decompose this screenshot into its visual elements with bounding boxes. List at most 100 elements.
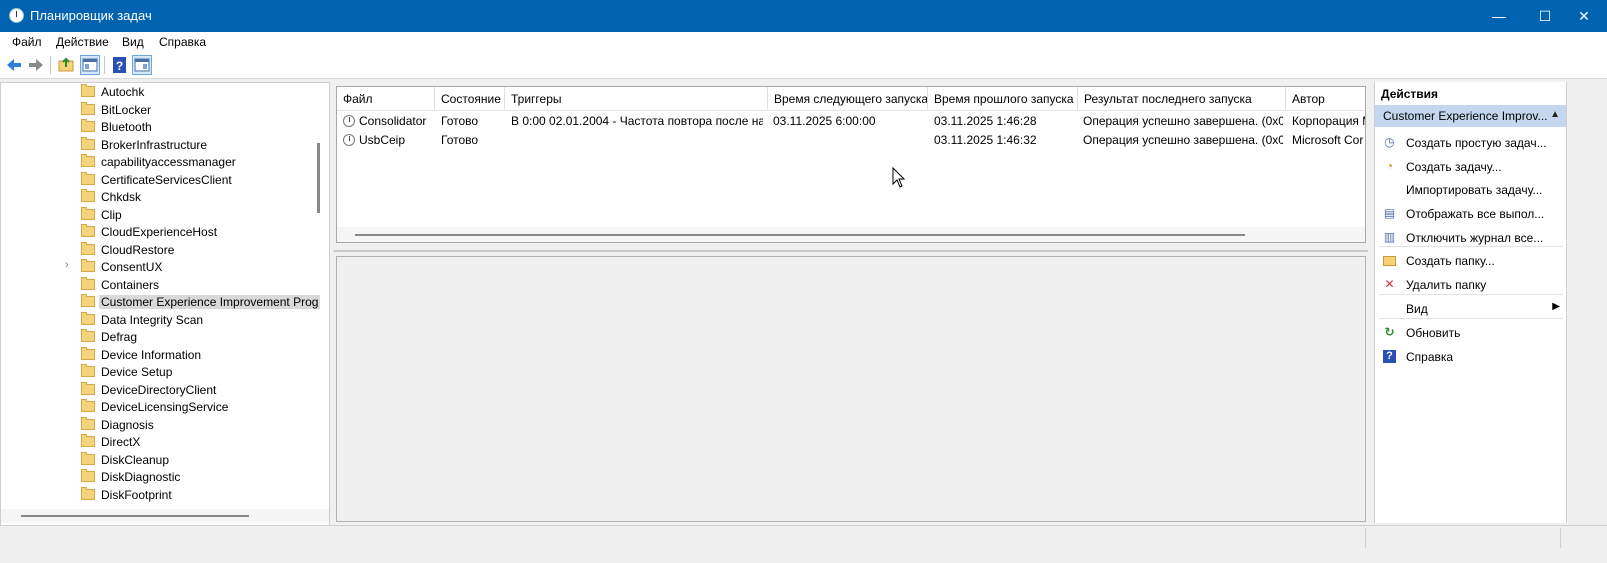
- column-header-file[interactable]: Файл: [337, 87, 435, 111]
- column-header-author[interactable]: Автор: [1286, 87, 1365, 111]
- task-row[interactable]: Consolidator Готово В 0:00 02.01.2004 - …: [337, 112, 1365, 131]
- minimize-button[interactable]: —: [1476, 0, 1522, 32]
- action-label: Создать задачу...: [1406, 160, 1502, 174]
- tree-folder-item[interactable]: DiskDiagnostic: [79, 468, 319, 486]
- window-title: Планировщик задач: [30, 8, 152, 23]
- column-header-last-run[interactable]: Время прошлого запуска: [928, 87, 1078, 111]
- tree-folder-item[interactable]: Defrag: [79, 328, 319, 346]
- column-header-triggers[interactable]: Триггеры: [505, 87, 768, 111]
- tree-folder-item[interactable]: Containers: [79, 276, 319, 294]
- column-header-last-result[interactable]: Результат последнего запуска: [1078, 87, 1286, 111]
- tree-folder-item[interactable]: capabilityaccessmanager: [79, 153, 319, 171]
- task-next-run: 03.11.2025 6:00:00: [773, 114, 876, 128]
- action-item[interactable]: ◷ Создать простую задач...: [1375, 132, 1566, 154]
- blank-icon: [1383, 302, 1396, 315]
- tree-folder-item[interactable]: Customer Experience Improvement Prog: [79, 293, 321, 311]
- tree-folder-label: Device Information: [101, 347, 202, 362]
- tree-folder-label: DiskDiagnostic: [101, 470, 181, 484]
- menu-view[interactable]: Вид: [122, 35, 144, 49]
- task-last-result: Операция успешно завершена. (0x0): [1083, 133, 1283, 147]
- status-bar: [0, 525, 1607, 550]
- tree-folder-item[interactable]: CloudExperienceHost: [79, 223, 319, 241]
- tree-folder-label: Device Setup: [101, 365, 173, 379]
- folder-icon: [81, 224, 95, 237]
- tree-folder-label: BrokerInfrastructure: [101, 137, 208, 152]
- action-item[interactable]: ◔ Создать задачу...: [1375, 156, 1566, 178]
- folder-icon: [81, 276, 95, 290]
- action-item[interactable]: Создать папку...: [1375, 250, 1566, 272]
- column-header-next-run[interactable]: Время следующего запуска: [768, 87, 928, 111]
- task-details-pane: [334, 250, 1368, 523]
- tree-folder-item[interactable]: Chkdsk: [79, 188, 319, 206]
- tree-folder-item[interactable]: DeviceLicensingService: [79, 398, 319, 416]
- menu-file[interactable]: Файл: [12, 35, 42, 49]
- show-hide-action-pane-icon[interactable]: [132, 55, 152, 75]
- show-hide-tree-icon[interactable]: [80, 55, 100, 75]
- expand-chevron-icon[interactable]: ›: [65, 259, 69, 271]
- tree-folder-item[interactable]: CertificateServicesClient: [79, 171, 319, 189]
- actions-section-header[interactable]: Customer Experience Improv... ▲: [1375, 105, 1566, 127]
- action-label: Создать простую задач...: [1406, 136, 1547, 150]
- collapse-arrow-icon[interactable]: ▲: [1550, 109, 1560, 120]
- action-separator: [1379, 294, 1563, 295]
- action-item[interactable]: ▤ Отображать все выпол...: [1375, 203, 1566, 225]
- status-divider: [1365, 528, 1366, 548]
- tree-folder-item[interactable]: BitLocker: [79, 101, 319, 119]
- up-folder-icon[interactable]: [56, 55, 76, 75]
- task-list[interactable]: Файл Состояние Триггеры Время следующего…: [336, 86, 1366, 243]
- actions-section-label: Customer Experience Improv...: [1383, 109, 1548, 123]
- menu-help[interactable]: Справка: [159, 35, 206, 49]
- forward-icon[interactable]: [26, 55, 46, 75]
- tree-folder-label: DiskCleanup: [101, 452, 170, 467]
- tree-folder-label: Containers: [101, 277, 160, 292]
- tree-folder-item[interactable]: BrokerInfrastructure: [79, 136, 319, 154]
- tree-folder-item[interactable]: CloudRestore: [79, 241, 319, 259]
- folder-icon: [81, 469, 95, 482]
- tree-folder-label: Chkdsk: [101, 190, 142, 204]
- toolbar: ?: [0, 52, 1607, 79]
- tree-folder-label: CertificateServicesClient: [101, 172, 232, 187]
- task-last-result: Операция успешно завершена. (0x0): [1083, 114, 1283, 128]
- help-icon[interactable]: ?: [110, 55, 130, 75]
- tree-folder-item[interactable]: Autochk: [79, 83, 319, 101]
- tree-folder-item[interactable]: DiskFootprint: [79, 486, 319, 504]
- back-icon[interactable]: [4, 55, 24, 75]
- vertical-scrollbar-thumb[interactable]: [317, 143, 320, 213]
- tree-folder-item[interactable]: Device Information: [79, 346, 319, 364]
- tree-folder-item[interactable]: Data Integrity Scan: [79, 311, 319, 329]
- folder-icon: [81, 329, 95, 342]
- task-triggers: В 0:00 02.01.2004 - Частота повтора посл…: [511, 114, 763, 128]
- folder-icon: [81, 364, 95, 377]
- scrollbar-thumb[interactable]: [21, 515, 249, 517]
- folder-icon: [81, 451, 95, 465]
- tree-folder-item[interactable]: Diagnosis: [79, 416, 319, 434]
- action-item[interactable]: Вид ▶: [1375, 298, 1566, 320]
- action-separator: [1379, 318, 1563, 319]
- tree-folder-label: Autochk: [101, 85, 145, 99]
- tree-folder-item[interactable]: ConsentUX: [79, 258, 319, 276]
- tree-folder-label: BitLocker: [101, 102, 152, 117]
- clock-icon: [343, 115, 355, 127]
- task-row[interactable]: UsbCeip Готово 03.11.2025 1:46:32 Операц…: [337, 131, 1365, 150]
- tree-folder-item[interactable]: Clip: [79, 206, 319, 224]
- tree-folder-item[interactable]: Bluetooth: [79, 118, 319, 136]
- scrollbar-thumb[interactable]: [355, 234, 1245, 236]
- task-folder-tree[interactable]: Autochk BitLocker Bluetooth BrokerInfrastru…: [0, 82, 330, 539]
- tree-folder-item[interactable]: DiskCleanup: [79, 451, 319, 469]
- column-header-status[interactable]: Состояние: [435, 87, 505, 111]
- action-item[interactable]: ✕ Удалить папку: [1375, 274, 1566, 296]
- tree-folder-item[interactable]: DeviceDirectoryClient: [79, 381, 319, 399]
- task-name: UsbCeip: [359, 133, 406, 147]
- action-item[interactable]: ? Справка: [1375, 346, 1566, 368]
- folder-icon: [81, 434, 95, 447]
- tree-folder-item[interactable]: DirectX: [79, 433, 319, 451]
- close-button[interactable]: ✕: [1561, 0, 1607, 32]
- folder-icon: [81, 416, 95, 430]
- action-item[interactable]: Импортировать задачу...: [1375, 179, 1566, 201]
- action-item[interactable]: ↻ Обновить: [1375, 322, 1566, 344]
- create-basic-task-icon: ◷: [1384, 135, 1395, 149]
- menu-action[interactable]: Действие: [56, 35, 109, 49]
- folder-icon: [81, 189, 95, 202]
- task-last-run: 03.11.2025 1:46:28: [934, 114, 1037, 128]
- tree-folder-item[interactable]: Device Setup: [79, 363, 319, 381]
